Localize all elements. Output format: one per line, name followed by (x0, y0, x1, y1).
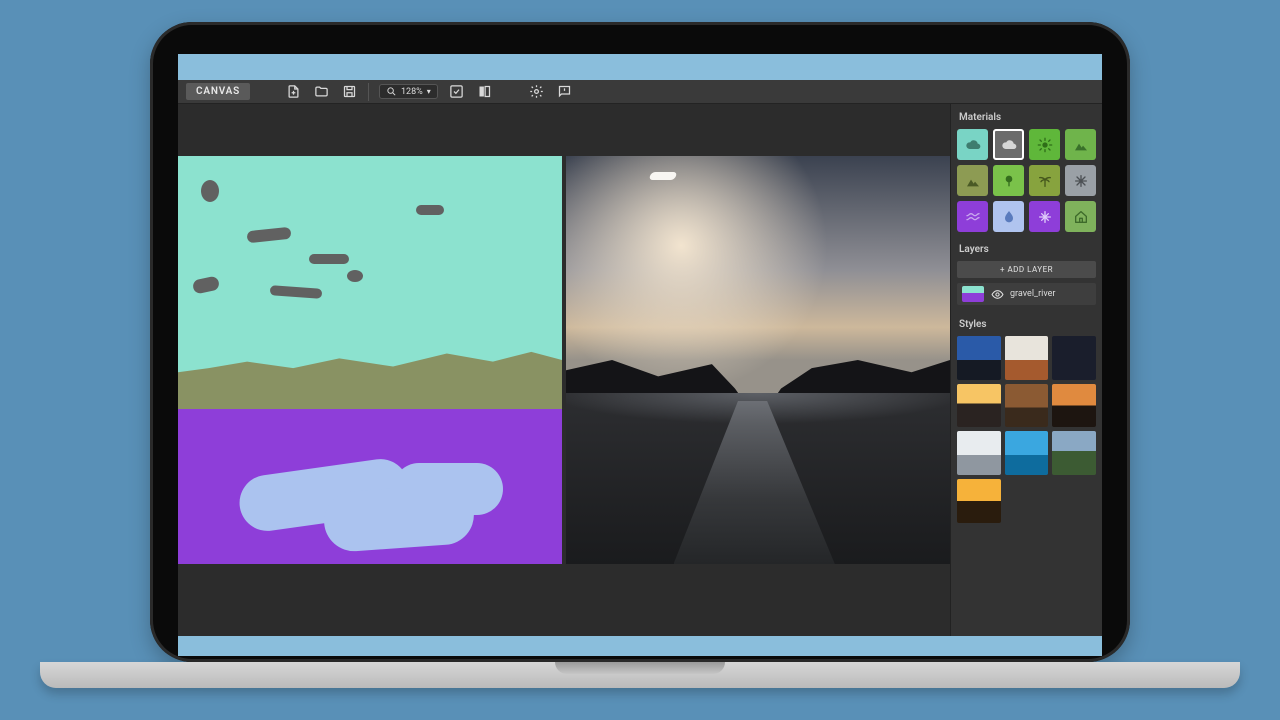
style-sunrise[interactable] (957, 479, 1001, 523)
material-grass[interactable] (1029, 129, 1060, 160)
check-icon[interactable] (448, 83, 466, 101)
side-panel: Materials Layers + ADD LAYER gravel_rive… (950, 104, 1102, 636)
style-canyon[interactable] (1005, 384, 1049, 428)
style-sunset[interactable] (957, 384, 1001, 428)
layer-thumb (962, 286, 984, 302)
styles-title: Styles (959, 319, 1096, 330)
add-layer-button[interactable]: + ADD LAYER (957, 261, 1096, 278)
style-tropic[interactable] (1005, 431, 1049, 475)
toolbar: CANVAS 128% ▾ (178, 80, 1102, 104)
seg-cloud-stroke (309, 254, 349, 264)
app-label: CANVAS (186, 83, 250, 100)
compare-icon[interactable] (476, 83, 494, 101)
gear-icon[interactable] (528, 83, 546, 101)
styles-grid (957, 336, 1096, 523)
laptop-notch (555, 662, 725, 674)
visibility-toggle-icon[interactable] (990, 287, 1004, 301)
style-night[interactable] (1052, 336, 1096, 380)
materials-grid (957, 129, 1096, 232)
material-tree[interactable] (993, 165, 1024, 196)
browser-chrome-placeholder-bottom (178, 636, 1102, 656)
material-building[interactable] (1065, 201, 1096, 232)
zoom-icon (386, 86, 397, 97)
material-sky[interactable] (957, 129, 988, 160)
toolbar-separator (368, 83, 369, 101)
output-canvas[interactable] (566, 156, 950, 564)
seg-water-stroke (393, 463, 503, 515)
material-bush[interactable] (1029, 165, 1060, 196)
materials-title: Materials (959, 112, 1096, 123)
open-folder-icon[interactable] (312, 83, 330, 101)
save-icon[interactable] (340, 83, 358, 101)
zoom-caret-icon: ▾ (427, 87, 431, 96)
browser-chrome-placeholder (178, 54, 1102, 80)
style-snow[interactable] (957, 431, 1001, 475)
canvas-pair (178, 156, 950, 564)
layers-list: gravel_river (957, 283, 1096, 317)
material-dirt[interactable] (957, 165, 988, 196)
zoom-control[interactable]: 128% ▾ (379, 84, 438, 99)
material-hill[interactable] (1065, 129, 1096, 160)
layers-title: Layers (959, 244, 1096, 255)
style-arches[interactable] (1005, 336, 1049, 380)
laptop-frame: CANVAS 128% ▾ (150, 22, 1130, 662)
layer-name: gravel_river (1010, 289, 1055, 299)
canvas-padding-top (178, 104, 950, 156)
material-sea[interactable] (1029, 201, 1060, 232)
laptop-screen: CANVAS 128% ▾ (178, 54, 1102, 656)
app-window: CANVAS 128% ▾ (178, 80, 1102, 636)
material-river[interactable] (957, 201, 988, 232)
feedback-icon[interactable] (556, 83, 574, 101)
material-water[interactable] (993, 201, 1024, 232)
canvas-area (178, 104, 950, 636)
style-dusk[interactable] (1052, 384, 1096, 428)
style-valley[interactable] (1052, 431, 1096, 475)
new-doc-icon[interactable] (284, 83, 302, 101)
segmentation-canvas[interactable] (178, 156, 562, 564)
layer-row[interactable]: gravel_river (957, 283, 1096, 305)
canvas-padding-bottom (178, 564, 950, 636)
material-cloud[interactable] (993, 129, 1024, 160)
seg-cloud-stroke (416, 205, 444, 215)
zoom-value: 128% (401, 87, 423, 97)
material-rock[interactable] (1065, 165, 1096, 196)
main-area: Materials Layers + ADD LAYER gravel_rive… (178, 104, 1102, 636)
style-bluesky[interactable] (957, 336, 1001, 380)
